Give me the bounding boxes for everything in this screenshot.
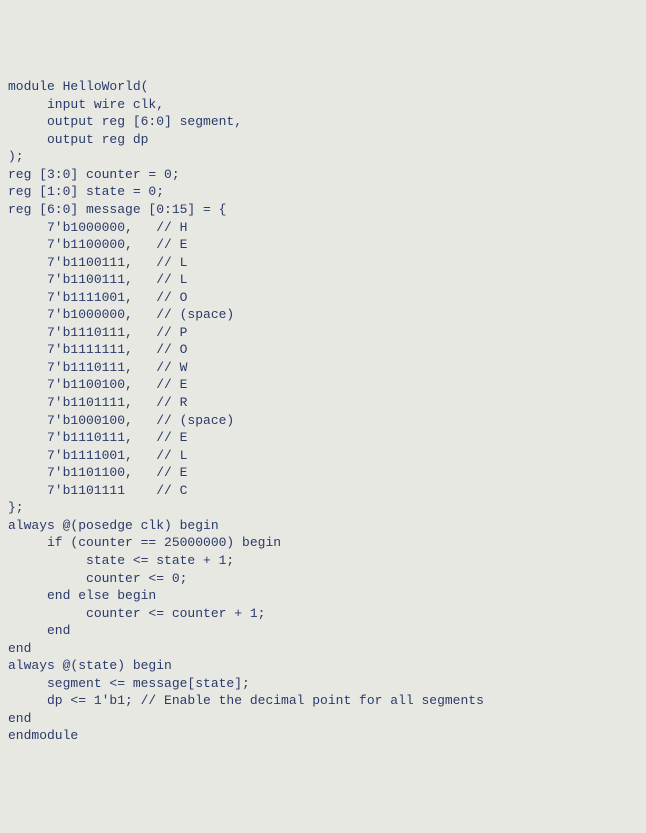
- code-line: 7'b1100000, // E: [8, 236, 638, 254]
- code-line: counter <= 0;: [8, 570, 638, 588]
- code-line: 7'b1000000, // (space): [8, 306, 638, 324]
- code-line: 7'b1101111, // R: [8, 394, 638, 412]
- code-line: output reg dp: [8, 131, 638, 149]
- code-line: input wire clk,: [8, 96, 638, 114]
- code-line: end: [8, 622, 638, 640]
- code-line: output reg [6:0] segment,: [8, 113, 638, 131]
- code-line: 7'b1111111, // O: [8, 341, 638, 359]
- code-line: 7'b1100100, // E: [8, 376, 638, 394]
- code-line: 7'b1110111, // E: [8, 429, 638, 447]
- code-line: 7'b1100111, // L: [8, 254, 638, 272]
- code-line: reg [6:0] message [0:15] = {: [8, 201, 638, 219]
- code-line: end: [8, 640, 638, 658]
- code-line: 7'b1000000, // H: [8, 219, 638, 237]
- code-line: reg [3:0] counter = 0;: [8, 166, 638, 184]
- code-line: 7'b1111001, // O: [8, 289, 638, 307]
- code-line: counter <= counter + 1;: [8, 605, 638, 623]
- code-line: segment <= message[state];: [8, 675, 638, 693]
- code-line: end else begin: [8, 587, 638, 605]
- code-line: always @(state) begin: [8, 657, 638, 675]
- code-line: reg [1:0] state = 0;: [8, 183, 638, 201]
- code-line: 7'b1101111 // C: [8, 482, 638, 500]
- code-line: };: [8, 499, 638, 517]
- code-line: state <= state + 1;: [8, 552, 638, 570]
- code-block: module HelloWorld( input wire clk, outpu…: [8, 78, 638, 745]
- code-line: 7'b1100111, // L: [8, 271, 638, 289]
- code-line: 7'b1101100, // E: [8, 464, 638, 482]
- code-line: 7'b1111001, // L: [8, 447, 638, 465]
- code-line: 7'b1110111, // W: [8, 359, 638, 377]
- code-line: );: [8, 148, 638, 166]
- code-line: 7'b1000100, // (space): [8, 412, 638, 430]
- code-line: always @(posedge clk) begin: [8, 517, 638, 535]
- code-line: module HelloWorld(: [8, 78, 638, 96]
- code-line: dp <= 1'b1; // Enable the decimal point …: [8, 692, 638, 710]
- code-line: 7'b1110111, // P: [8, 324, 638, 342]
- code-line: end: [8, 710, 638, 728]
- code-line: endmodule: [8, 727, 638, 745]
- code-line: if (counter == 25000000) begin: [8, 534, 638, 552]
